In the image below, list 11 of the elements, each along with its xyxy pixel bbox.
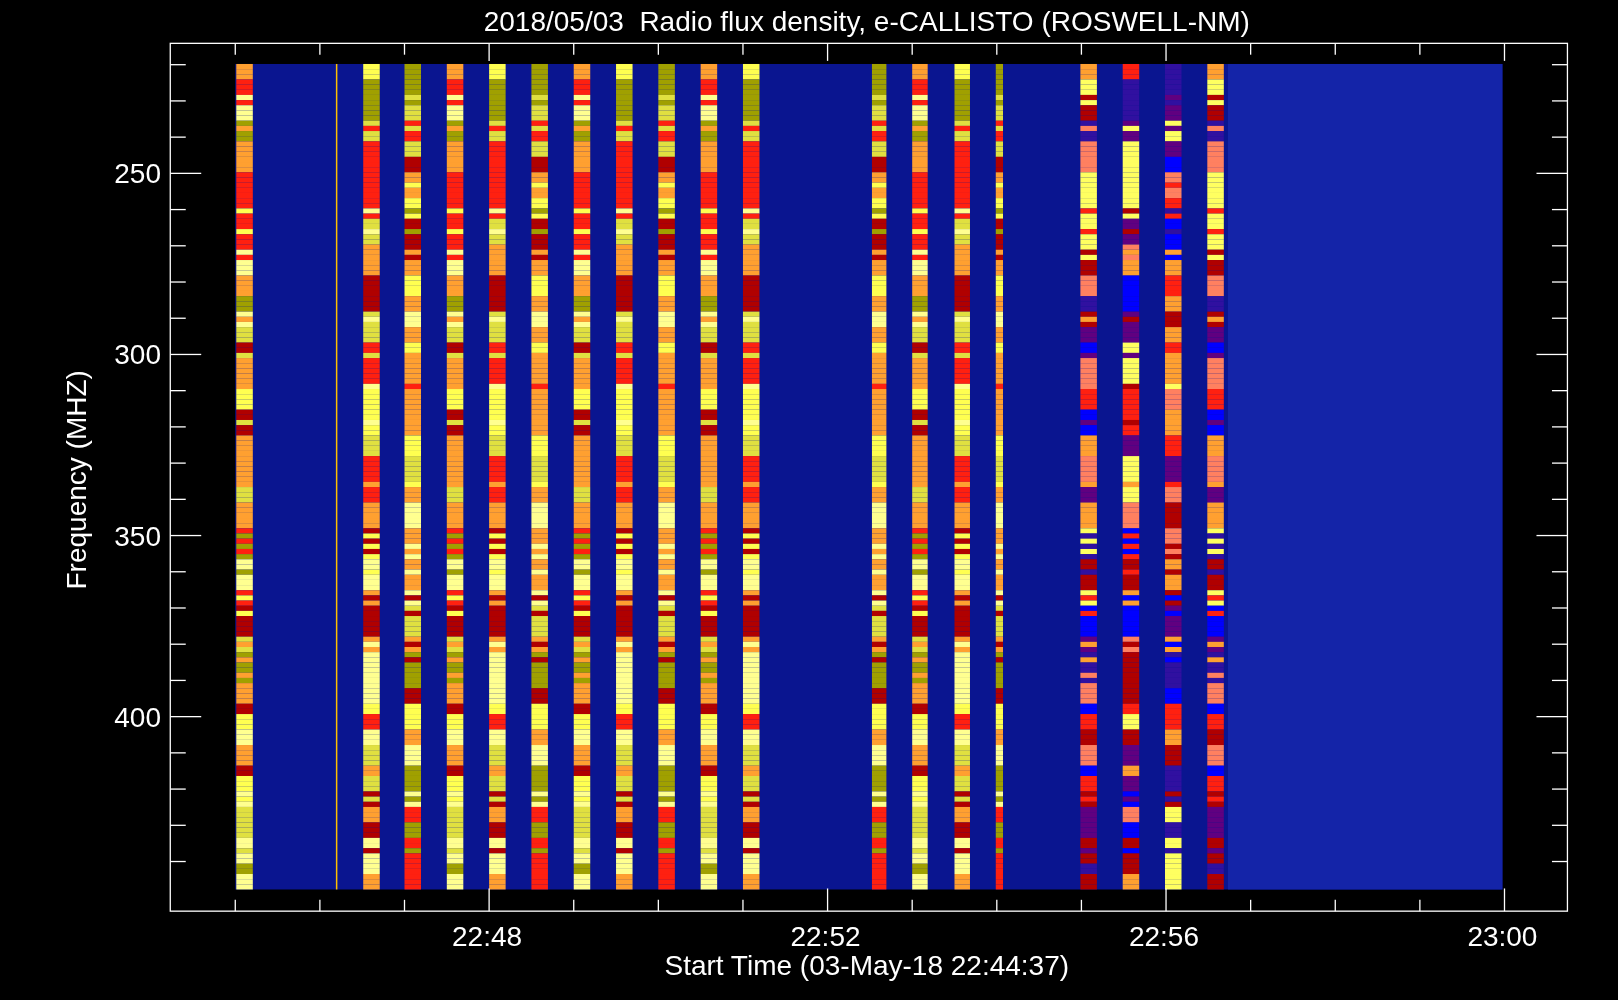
chart-title: 2018/05/03 Radio flux density, e-CALLISTO (ROSWELL-NM) [483, 5, 1250, 37]
y-tick-label: 300 [114, 339, 161, 371]
y-tick-label: 400 [114, 701, 161, 733]
x-tick-label: 22:52 [790, 921, 861, 953]
x-axis-label: Start Time (03-May-18 22:44:37) [664, 950, 1070, 982]
x-tick-label: 22:56 [1128, 921, 1199, 953]
x-tick-label: 22:48 [452, 921, 523, 953]
x-tick-label: 23:00 [1467, 921, 1538, 953]
y-axis-label: Frequency (MHZ) [60, 370, 92, 590]
y-tick-label: 250 [114, 158, 161, 190]
y-tick-label: 350 [114, 520, 161, 552]
